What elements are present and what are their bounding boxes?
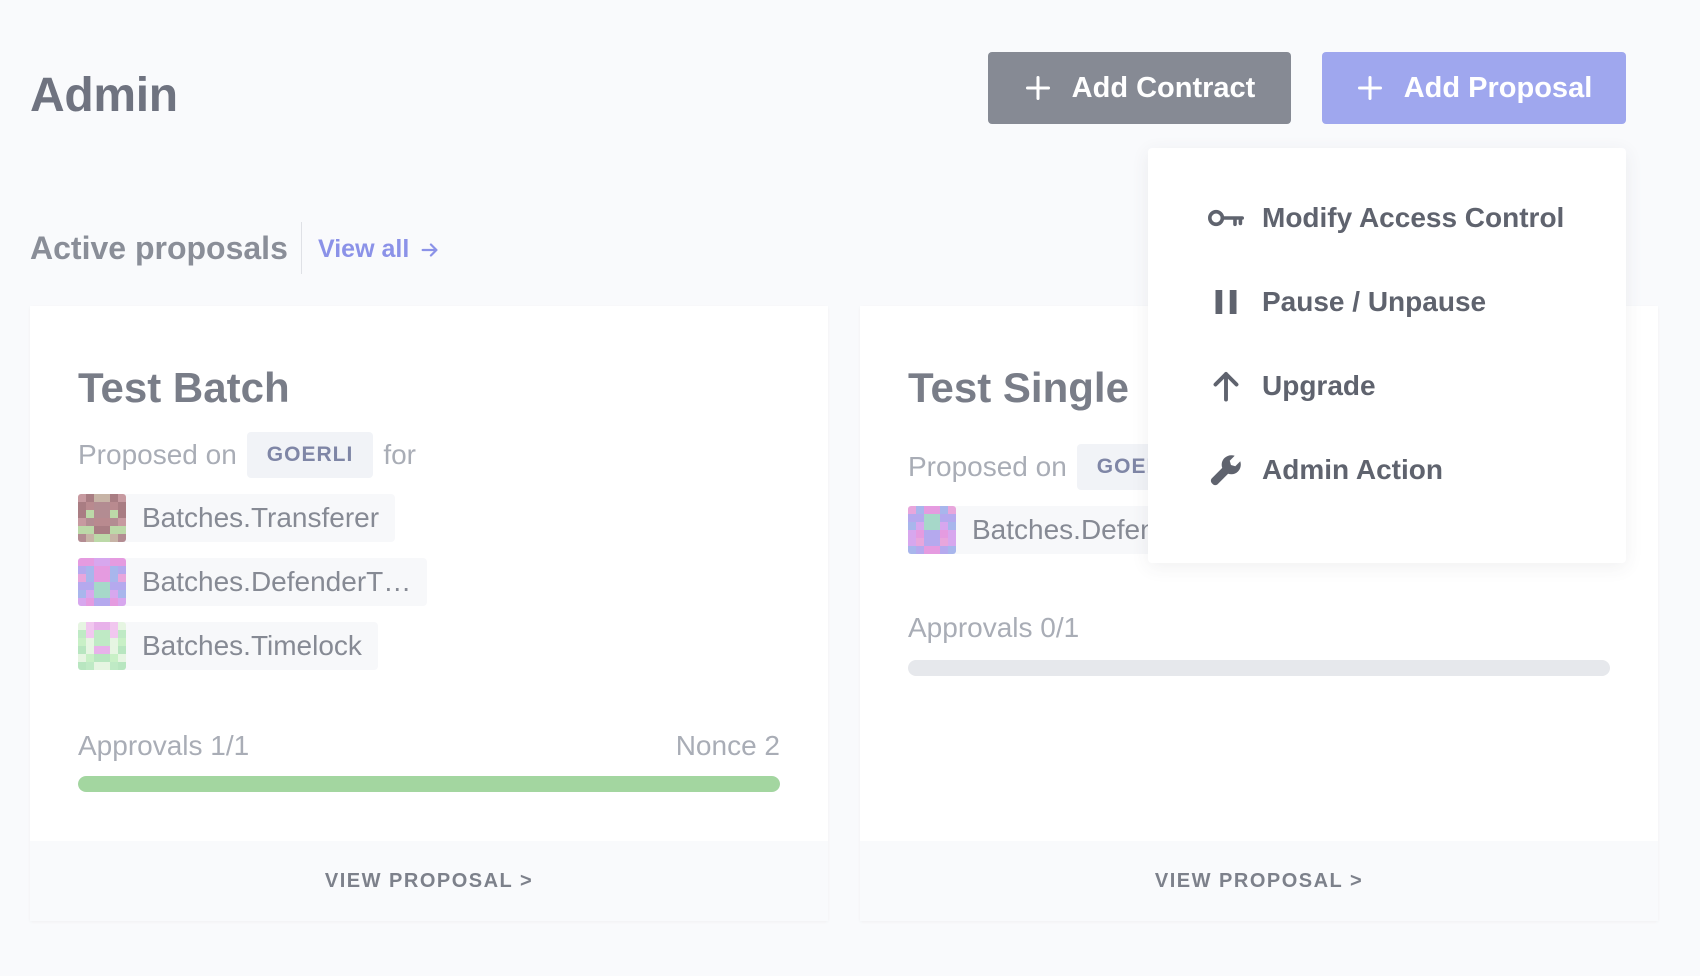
- for-label: for: [383, 439, 416, 470]
- approvals-label: Approvals 1/1: [78, 730, 250, 761]
- proposal-title: Test Single: [908, 364, 1129, 411]
- nonce-label: Nonce 2: [675, 730, 780, 761]
- menu-item-label: Upgrade: [1262, 370, 1376, 401]
- contract-name: Batches.DefenderT…: [142, 566, 412, 597]
- menu-item-label: Modify Access Control: [1262, 202, 1565, 233]
- proposal-card: Test Batch Proposed on GOERLI for Batche…: [30, 306, 828, 921]
- add-contract-label: Add Contract: [1071, 71, 1256, 104]
- contract-chip[interactable]: Batches.DefenderT…: [78, 558, 428, 606]
- plus-icon: [1025, 75, 1050, 101]
- view-all-label: View all: [318, 235, 410, 263]
- add-proposal-label: Add Proposal: [1403, 71, 1593, 104]
- view-all-link[interactable]: View all: [318, 235, 441, 264]
- approval-progress-bar: [908, 660, 1610, 676]
- contract-avatar: [78, 622, 126, 670]
- menu-item-pause-unpause[interactable]: Pause / Unpause: [1206, 272, 1486, 332]
- pause-icon: [1206, 282, 1246, 322]
- contract-name: Batches.Timelock: [142, 630, 362, 661]
- contract-avatar: [908, 506, 956, 554]
- contract-avatar: [78, 558, 126, 606]
- contract-chip[interactable]: Batches.Transferer: [78, 494, 396, 542]
- approvals-row: Approvals 0/1: [908, 612, 1610, 644]
- menu-item-modify-access-control[interactable]: Modify Access Control: [1206, 188, 1564, 248]
- menu-item-label: Admin Action: [1262, 454, 1443, 485]
- proposed-on-label: Proposed on: [78, 439, 237, 470]
- approvals-row: Approvals 1/1 Nonce 2: [78, 730, 780, 762]
- wrench-icon: [1206, 450, 1246, 490]
- plus-icon: [1357, 75, 1382, 101]
- page-title: Admin: [30, 69, 178, 122]
- arrow-right-icon: [421, 242, 438, 257]
- approval-progress-fill: [78, 776, 780, 792]
- add-proposal-button[interactable]: Add Proposal: [1322, 52, 1626, 124]
- section-title: Active proposals: [30, 230, 288, 266]
- approvals-label: Approvals 0/1: [908, 612, 1080, 643]
- contract-chip[interactable]: Batches.Timelock: [78, 622, 378, 670]
- contract-avatar: [78, 494, 126, 542]
- approval-progress-bar: [78, 776, 780, 792]
- contract-name: Batches.Transferer: [142, 502, 380, 533]
- menu-item-upgrade[interactable]: Upgrade: [1206, 356, 1376, 416]
- section-divider: [301, 222, 302, 274]
- proposed-on-line: Proposed on GOERLI for: [78, 432, 416, 478]
- add-contract-button[interactable]: Add Contract: [988, 52, 1291, 124]
- menu-item-admin-action[interactable]: Admin Action: [1206, 440, 1443, 500]
- proposed-on-label: Proposed on: [908, 451, 1067, 482]
- arrow-up-icon: [1206, 366, 1246, 406]
- proposal-title: Test Batch: [78, 364, 290, 411]
- key-icon: [1206, 198, 1246, 238]
- add-proposal-dropdown: Modify Access Control Pause / Unpause Up…: [1148, 148, 1626, 563]
- view-proposal-button[interactable]: VIEW PROPOSAL >: [30, 841, 828, 921]
- view-proposal-button[interactable]: VIEW PROPOSAL >: [860, 841, 1658, 921]
- menu-item-label: Pause / Unpause: [1262, 286, 1487, 317]
- network-badge: GOERLI: [246, 432, 374, 478]
